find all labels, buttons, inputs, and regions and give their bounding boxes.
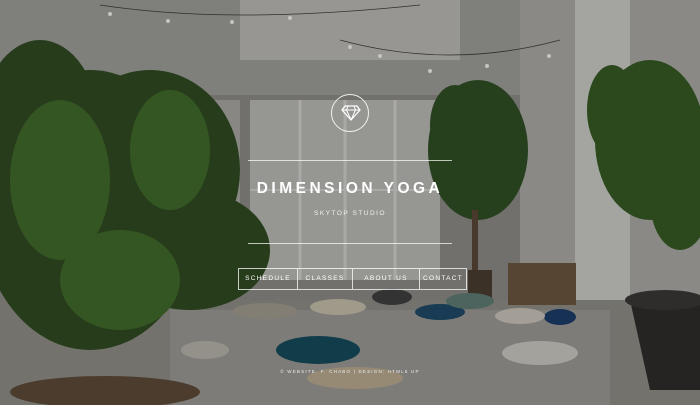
nav-schedule[interactable]: SCHEDULE	[239, 269, 297, 289]
header-content: DIMENSION YOGA SKYTOP STUDIO SCHEDULE CL…	[0, 0, 700, 405]
hero-section: DIMENSION YOGA SKYTOP STUDIO SCHEDULE CL…	[0, 0, 700, 405]
nav-about-us[interactable]: ABOUT US	[352, 269, 419, 289]
logo	[331, 94, 369, 132]
main-nav: SCHEDULE CLASSES ABOUT US CONTACT	[238, 268, 467, 290]
diamond-icon	[341, 105, 361, 121]
site-title: DIMENSION YOGA	[256, 180, 444, 197]
nav-contact[interactable]: CONTACT	[419, 269, 466, 289]
footer-credits: © WEBSITE. F. CHABO | DESIGN: HTML5 UP	[280, 369, 420, 374]
divider-bottom	[248, 243, 452, 244]
site-subtitle: SKYTOP STUDIO	[314, 210, 386, 217]
divider-top	[248, 160, 452, 161]
nav-classes[interactable]: CLASSES	[297, 269, 352, 289]
